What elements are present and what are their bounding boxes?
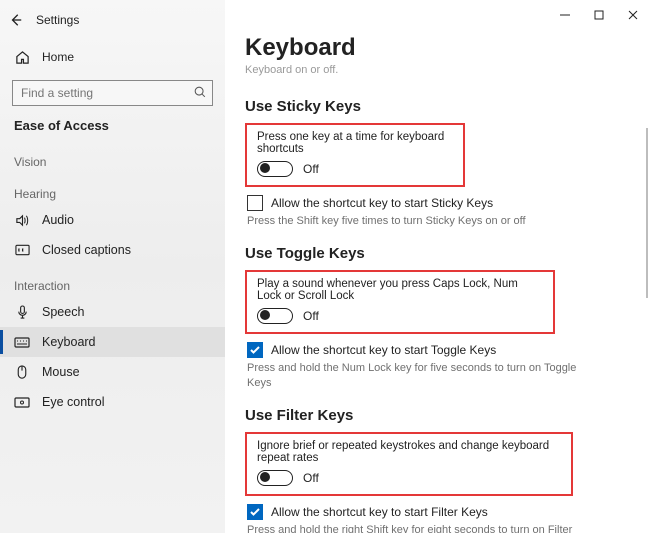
section-heading: Use Toggle Keys [245, 245, 644, 262]
toggle-keys-toggle[interactable] [257, 308, 293, 324]
main-content: Keyboard Keyboard on or off. Use Sticky … [225, 0, 650, 533]
sidebar-item-eye-control[interactable]: Eye control [0, 387, 225, 417]
toggle-state-label: Off [303, 162, 319, 176]
sidebar: Settings Home Ease of Access Vision Hear… [0, 0, 225, 533]
group-vision: Vision [0, 141, 225, 173]
filterkeys-shortcut-checkbox[interactable] [247, 504, 263, 520]
back-button[interactable] [0, 13, 32, 27]
sidebar-home-label: Home [42, 50, 74, 64]
section-heading: Use Sticky Keys [245, 98, 644, 115]
search-container [12, 80, 213, 106]
group-interaction: Interaction [0, 265, 225, 297]
back-arrow-icon [9, 13, 23, 27]
sidebar-item-mouse[interactable]: Mouse [0, 357, 225, 387]
group-hearing: Hearing [0, 173, 225, 205]
mouse-icon [14, 364, 30, 380]
helper-text: Press the Shift key five times to turn S… [247, 214, 577, 229]
keyboard-icon [14, 334, 30, 350]
highlight-box-filter: Ignore brief or repeated keystrokes and … [245, 432, 573, 496]
page-title: Keyboard [245, 34, 644, 62]
highlight-box-sticky: Press one key at a time for keyboard sho… [245, 123, 465, 187]
highlight-box-toggle: Play a sound whenever you press Caps Loc… [245, 270, 555, 334]
toggle-description: Ignore brief or repeated keystrokes and … [257, 440, 561, 464]
eye-control-icon [14, 394, 30, 410]
sticky-shortcut-checkbox[interactable] [247, 195, 263, 211]
helper-text: Press and hold the Num Lock key for five… [247, 361, 577, 391]
sidebar-item-home[interactable]: Home [0, 42, 225, 72]
maximize-icon [594, 10, 604, 20]
togglekeys-shortcut-checkbox[interactable] [247, 342, 263, 358]
search-icon [193, 85, 207, 99]
section-title: Ease of Access [0, 116, 225, 141]
checkbox-label: Allow the shortcut key to start Sticky K… [271, 196, 493, 210]
page-subtitle: Keyboard on or off. [245, 64, 644, 76]
scrollbar[interactable] [646, 128, 648, 298]
filter-keys-toggle[interactable] [257, 470, 293, 486]
toggle-description: Press one key at a time for keyboard sho… [257, 131, 453, 155]
checkbox-label: Allow the shortcut key to start Filter K… [271, 505, 488, 519]
maximize-button[interactable] [582, 4, 616, 26]
captions-icon [14, 242, 30, 258]
home-icon [14, 49, 30, 65]
window-title: Settings [36, 13, 79, 27]
sidebar-item-closed-captions[interactable]: Closed captions [0, 235, 225, 265]
close-button[interactable] [616, 4, 650, 26]
sidebar-item-keyboard[interactable]: Keyboard [0, 327, 225, 357]
toggle-state-label: Off [303, 309, 319, 323]
minimize-button[interactable] [548, 4, 582, 26]
toggle-state-label: Off [303, 471, 319, 485]
sidebar-item-speech[interactable]: Speech [0, 297, 225, 327]
section-heading: Use Filter Keys [245, 407, 644, 424]
sidebar-item-label: Speech [42, 305, 84, 319]
checkbox-label: Allow the shortcut key to start Toggle K… [271, 343, 496, 357]
window-controls [548, 4, 650, 26]
minimize-icon [560, 10, 570, 20]
sidebar-item-label: Eye control [42, 395, 105, 409]
sidebar-item-label: Closed captions [42, 243, 131, 257]
close-icon [628, 10, 638, 20]
sidebar-item-label: Audio [42, 213, 74, 227]
search-input[interactable] [12, 80, 213, 106]
speaker-icon [14, 212, 30, 228]
sticky-keys-toggle[interactable] [257, 161, 293, 177]
helper-text: Press and hold the right Shift key for e… [247, 523, 577, 533]
sidebar-item-label: Keyboard [42, 335, 96, 349]
microphone-icon [14, 304, 30, 320]
sidebar-item-audio[interactable]: Audio [0, 205, 225, 235]
toggle-description: Play a sound whenever you press Caps Loc… [257, 278, 543, 302]
sidebar-item-label: Mouse [42, 365, 80, 379]
